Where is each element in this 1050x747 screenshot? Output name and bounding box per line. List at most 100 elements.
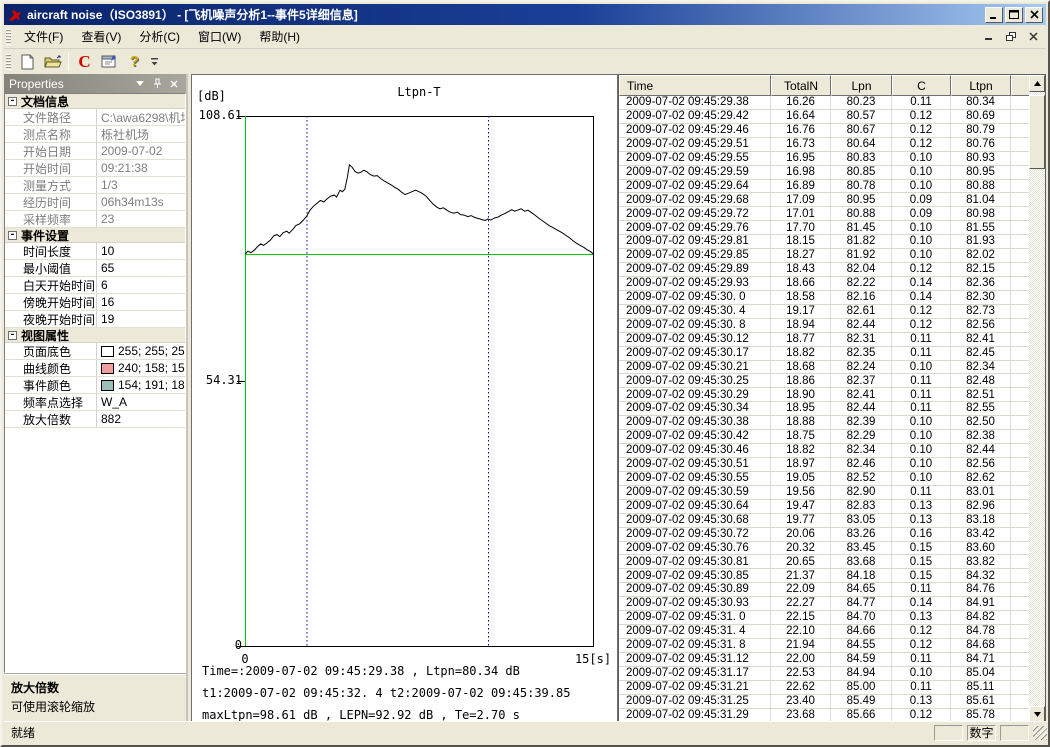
property-value[interactable]: 19 bbox=[97, 311, 185, 327]
property-value[interactable]: 65 bbox=[97, 260, 185, 276]
table-row[interactable]: 2009-07-02 09:45:31. 422.1084.660.1284.7… bbox=[619, 625, 1045, 639]
table-row[interactable]: 2009-07-02 09:45:30.7620.3283.450.1583.6… bbox=[619, 542, 1045, 556]
table-row[interactable]: 2009-07-02 09:45:30.8922.0984.650.1184.7… bbox=[619, 583, 1045, 597]
table-row[interactable]: 2009-07-02 09:45:30.6819.7783.050.1383.1… bbox=[619, 514, 1045, 528]
table-row[interactable]: 2009-07-02 09:45:29.4616.7680.670.1280.7… bbox=[619, 124, 1045, 138]
property-value[interactable]: 2009-07-02 bbox=[97, 143, 185, 159]
table-row[interactable]: 2009-07-02 09:45:30.2118.6882.240.1082.3… bbox=[619, 361, 1045, 375]
property-value[interactable]: 23 bbox=[97, 211, 185, 227]
collapse-icon[interactable]: - bbox=[8, 97, 17, 106]
property-row[interactable]: 白天开始时间6 bbox=[5, 277, 185, 294]
property-value[interactable]: 06h34m13s bbox=[97, 194, 185, 210]
property-category[interactable]: -视图属性 bbox=[5, 328, 185, 343]
mdi-restore-button[interactable] bbox=[1004, 30, 1018, 43]
property-row[interactable]: 频率点选择W_A bbox=[5, 394, 185, 411]
collapse-icon[interactable]: - bbox=[8, 231, 17, 240]
column-header-c[interactable]: C bbox=[892, 75, 951, 96]
table-row[interactable]: 2009-07-02 09:45:30.1218.7782.310.1182.4… bbox=[619, 333, 1045, 347]
properties-panel-header[interactable]: Properties bbox=[4, 74, 186, 93]
close-panel-icon[interactable] bbox=[167, 77, 181, 91]
property-value[interactable]: 09:21:38 bbox=[97, 160, 185, 176]
menu-help[interactable]: 帮助(H) bbox=[250, 25, 309, 48]
table-row[interactable]: 2009-07-02 09:45:29.7217.0180.880.0980.9… bbox=[619, 207, 1045, 221]
table-row[interactable]: 2009-07-02 09:45:29.5516.9580.830.1080.9… bbox=[619, 152, 1045, 166]
property-row[interactable]: 曲线颜色240; 158; 15 bbox=[5, 360, 185, 377]
table-row[interactable]: 2009-07-02 09:45:30. 419.1782.610.1282.7… bbox=[619, 305, 1045, 319]
table-row[interactable]: 2009-07-02 09:45:30. 818.9482.440.1282.5… bbox=[619, 319, 1045, 333]
table-row[interactable]: 2009-07-02 09:45:30.4618.8282.340.1082.4… bbox=[619, 444, 1045, 458]
table-row[interactable]: 2009-07-02 09:45:30. 018.5882.160.1482.3… bbox=[619, 291, 1045, 305]
property-row[interactable]: 测点名称栎社机场 bbox=[5, 126, 185, 143]
property-row[interactable]: 开始时间09:21:38 bbox=[5, 160, 185, 177]
column-header-totaln[interactable]: TotalN bbox=[771, 75, 831, 96]
open-file-button[interactable] bbox=[41, 51, 64, 73]
table-row[interactable]: 2009-07-02 09:45:30.2918.9082.410.1182.5… bbox=[619, 388, 1045, 402]
property-value[interactable]: 154; 191; 18 bbox=[97, 377, 185, 393]
property-row[interactable]: 时间长度10 bbox=[5, 243, 185, 260]
table-row[interactable]: 2009-07-02 09:45:29.5916.9880.850.1080.9… bbox=[619, 166, 1045, 180]
scroll-up-button[interactable] bbox=[1029, 75, 1045, 92]
table-row[interactable]: 2009-07-02 09:45:31.1722.5384.940.1085.0… bbox=[619, 667, 1045, 681]
toolbar-grip[interactable] bbox=[6, 54, 11, 70]
property-row[interactable]: 采样频率23 bbox=[5, 211, 185, 228]
pin-icon[interactable] bbox=[150, 77, 164, 91]
table-row[interactable]: 2009-07-02 09:45:29.6416.8980.780.1080.8… bbox=[619, 180, 1045, 194]
properties-button[interactable] bbox=[98, 51, 121, 73]
table-row[interactable]: 2009-07-02 09:45:30.9322.2784.770.1484.9… bbox=[619, 597, 1045, 611]
property-value[interactable]: 240; 158; 15 bbox=[97, 360, 185, 376]
menubar-grip[interactable] bbox=[6, 29, 11, 45]
property-value[interactable]: 255; 255; 25 bbox=[97, 343, 185, 359]
property-row[interactable]: 放大倍数882 bbox=[5, 411, 185, 428]
property-row[interactable]: 开始日期2009-07-02 bbox=[5, 143, 185, 160]
mdi-close-button[interactable] bbox=[1026, 30, 1040, 43]
table-row[interactable]: 2009-07-02 09:45:29.8518.2781.920.1082.0… bbox=[619, 249, 1045, 263]
table-row[interactable]: 2009-07-02 09:45:30.1718.8282.350.1182.4… bbox=[619, 347, 1045, 361]
property-row[interactable]: 页面底色255; 255; 25 bbox=[5, 343, 185, 360]
mdi-minimize-button[interactable] bbox=[982, 30, 996, 43]
column-header-time[interactable]: Time bbox=[619, 75, 771, 96]
table-row[interactable]: 2009-07-02 09:45:29.5116.7380.640.1280.7… bbox=[619, 138, 1045, 152]
new-document-button[interactable] bbox=[16, 51, 39, 73]
table-row[interactable]: 2009-07-02 09:45:29.9318.6682.220.1482.3… bbox=[619, 277, 1045, 291]
column-header-ltpn[interactable]: Ltpn bbox=[951, 75, 1011, 96]
chevron-down-icon[interactable] bbox=[133, 77, 147, 91]
table-row[interactable]: 2009-07-02 09:45:30.3418.9582.440.1182.5… bbox=[619, 402, 1045, 416]
menu-file[interactable]: 文件(F) bbox=[15, 25, 72, 48]
title-bar[interactable]: aircraft noise（ISO3891） - [飞机噪声分析1--事件5详… bbox=[4, 4, 1046, 25]
help-button[interactable]: ? bbox=[123, 51, 146, 73]
toolbar-overflow-button[interactable] bbox=[149, 51, 160, 73]
property-row[interactable]: 事件颜色154; 191; 18 bbox=[5, 377, 185, 394]
minimize-button[interactable] bbox=[985, 7, 1003, 23]
collapse-icon[interactable]: - bbox=[8, 331, 17, 340]
table-row[interactable]: 2009-07-02 09:45:30.6419.4782.830.1382.9… bbox=[619, 500, 1045, 514]
table-row[interactable]: 2009-07-02 09:45:30.5519.0582.520.1082.6… bbox=[619, 472, 1045, 486]
table-row[interactable]: 2009-07-02 09:45:30.5118.9782.460.1082.5… bbox=[619, 458, 1045, 472]
property-value[interactable]: W_A bbox=[97, 394, 185, 410]
table-row[interactable]: 2009-07-02 09:45:29.6817.0980.950.0981.0… bbox=[619, 193, 1045, 207]
column-header-blank[interactable] bbox=[1011, 75, 1029, 96]
property-row[interactable]: 傍晚开始时间16 bbox=[5, 294, 185, 311]
table-row[interactable]: 2009-07-02 09:45:30.8521.3784.180.1584.3… bbox=[619, 569, 1045, 583]
property-category[interactable]: -文档信息 bbox=[5, 94, 185, 109]
table-row[interactable]: 2009-07-02 09:45:29.8918.4382.040.1282.1… bbox=[619, 263, 1045, 277]
scrollbar-thumb[interactable] bbox=[1029, 95, 1045, 169]
property-value[interactable]: 882 bbox=[97, 411, 185, 427]
table-row[interactable]: 2009-07-02 09:45:29.8118.1581.820.1081.9… bbox=[619, 235, 1045, 249]
maximize-button[interactable] bbox=[1005, 7, 1023, 23]
property-value[interactable]: 栎社机场 bbox=[97, 126, 185, 142]
table-row[interactable]: 2009-07-02 09:45:29.4216.6480.570.1280.6… bbox=[619, 110, 1045, 124]
property-row[interactable]: 测量方式1/3 bbox=[5, 177, 185, 194]
table-row[interactable]: 2009-07-02 09:45:31.2523.4085.490.1385.6… bbox=[619, 695, 1045, 709]
table-row[interactable]: 2009-07-02 09:45:30.2518.8682.370.1182.4… bbox=[619, 374, 1045, 388]
table-row[interactable]: 2009-07-02 09:45:30.4218.7582.290.1082.3… bbox=[619, 430, 1045, 444]
table-row[interactable]: 2009-07-02 09:45:31. 022.1584.700.1384.8… bbox=[619, 611, 1045, 625]
property-value[interactable]: 1/3 bbox=[97, 177, 185, 193]
table-row[interactable]: 2009-07-02 09:45:31. 821.9484.550.1284.6… bbox=[619, 639, 1045, 653]
property-row[interactable]: 文件路径C:\awa6298\机场 bbox=[5, 109, 185, 126]
table-row[interactable]: 2009-07-02 09:45:31.1222.0084.590.1184.7… bbox=[619, 653, 1045, 667]
table-row[interactable]: 2009-07-02 09:45:29.3816.2680.230.1180.3… bbox=[619, 96, 1045, 110]
table-row[interactable]: 2009-07-02 09:45:30.8120.6583.680.1583.8… bbox=[619, 555, 1045, 569]
property-row[interactable]: 最小阈值65 bbox=[5, 260, 185, 277]
menu-analysis[interactable]: 分析(C) bbox=[130, 25, 189, 48]
table-row[interactable]: 2009-07-02 09:45:30.5919.5682.900.1183.0… bbox=[619, 486, 1045, 500]
